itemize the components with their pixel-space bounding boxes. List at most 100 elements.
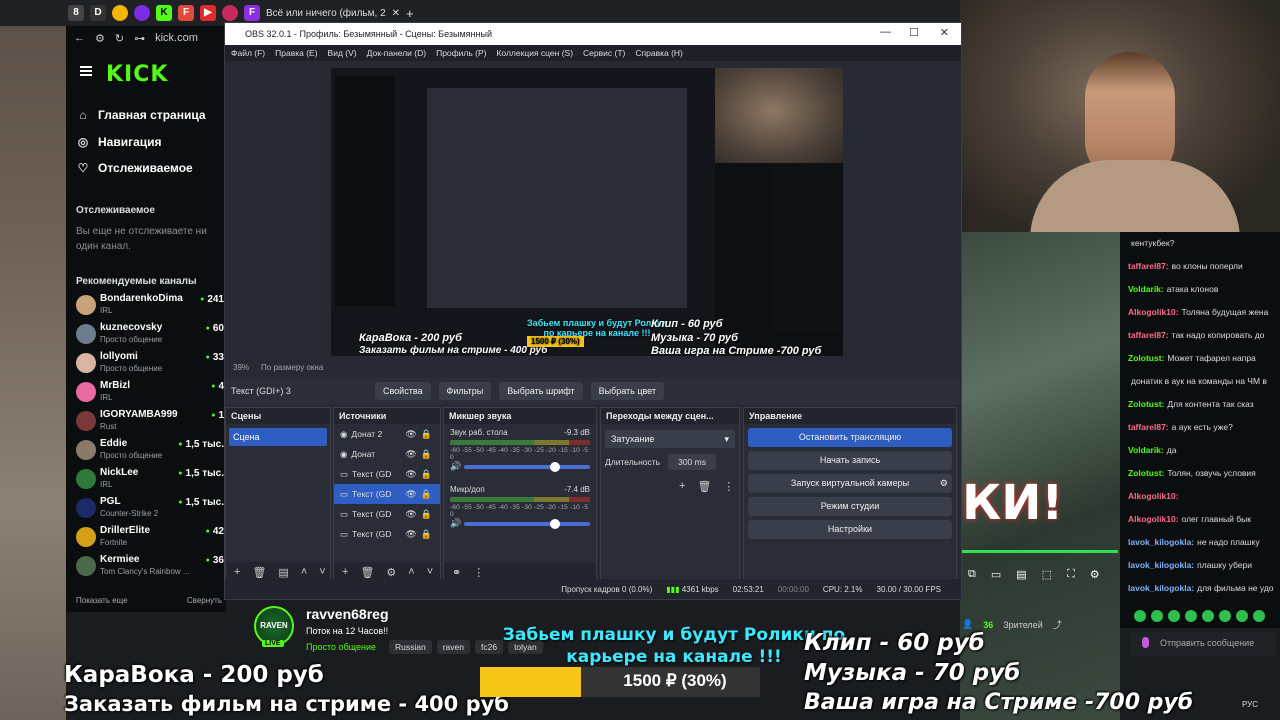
maximize-icon[interactable]: ☐ [909,26,919,39]
tab-icon[interactable] [222,5,238,21]
volume-slider[interactable]: 🔊 [450,461,590,472]
virtual-camera-button[interactable]: Запуск виртуальной камеры ⚙ [748,474,952,493]
obs-menu-item[interactable]: Коллекция сцен (S) [496,48,573,58]
pip-icon[interactable]: ⧉ [968,568,976,581]
obs-preview[interactable]: КараВока - 200 руб Заказать фильм на стр… [331,68,843,356]
chat-username[interactable]: lavok_kilogokla: [1128,537,1194,548]
tab-icon[interactable]: 8 [68,5,84,21]
theater-icon[interactable]: ▭ [991,568,1001,581]
zoom-level[interactable]: 39% [233,363,249,372]
source-item[interactable]: ▭ Текст (GD 👁🔒 [334,524,440,544]
source-item[interactable]: ▭ Текст (GD 👁🔒 [334,504,440,524]
tab-icon[interactable]: D [90,5,106,21]
tag[interactable]: raven [436,640,470,654]
active-tab-title[interactable]: Всё или ничего (фильм, 2 [266,8,386,19]
minimize-icon[interactable]: — [880,26,891,38]
emote-icon[interactable] [1236,610,1248,622]
new-tab-button[interactable]: + [406,6,414,21]
youtube-tab-icon[interactable]: ▶ [200,5,216,21]
emote-icon[interactable] [1185,610,1197,622]
channel-item[interactable]: kuznecovsky Просто общение 60 [74,321,226,349]
chat-username[interactable]: Alkogolik10: [1128,514,1179,525]
obs-menu-item[interactable]: Справка (H) [635,48,683,58]
add-icon[interactable]: + [679,480,685,493]
reload-icon[interactable]: ↻ [115,32,124,45]
trash-icon[interactable]: 🗑 [360,566,374,579]
chat-username[interactable]: taffarel87: [1128,422,1169,433]
emote-icon[interactable] [1134,610,1146,622]
extensions-icon[interactable]: ⚙ [95,32,105,45]
up-icon[interactable]: ˄ [408,566,414,578]
channel-item[interactable]: IGORYAMBA999 Rust 1 [74,408,226,436]
channel-item[interactable]: Eddie Просто общение 1,5 тыс. [74,437,226,465]
channel-item[interactable]: BondarenkoDima IRL 241 [74,292,226,320]
more-icon[interactable]: ⋮ [723,480,734,493]
filters-button[interactable]: Фильтры [438,382,492,400]
select-font-button[interactable]: Выбрать шрифт [499,382,583,400]
emote-icon[interactable] [1202,610,1214,622]
obs-menu-item[interactable]: Док-панели (D) [367,48,426,58]
trash-icon[interactable]: 🗑 [697,480,711,493]
add-icon[interactable]: + [234,566,240,578]
speaker-icon[interactable]: 🔊 [450,518,461,529]
share-icon[interactable]: ⤴ [1053,618,1062,631]
address-bar[interactable]: ← ⚙ ↻ ⊶ kick.com [66,26,226,50]
trash-icon[interactable]: 🗑 [252,566,266,579]
back-icon[interactable]: ← [74,32,85,44]
zoom-mode[interactable]: По размеру окна [261,363,323,372]
volume-slider[interactable]: 🔊 [450,518,590,529]
down-icon[interactable]: ˅ [427,566,433,578]
up-icon[interactable]: ˄ [301,566,307,578]
source-item[interactable]: ◉ Донат 👁🔒 [334,444,440,464]
emote-icon[interactable] [1219,610,1231,622]
close-icon[interactable]: ✕ [940,26,949,39]
obs-menu-item[interactable]: Профиль (P) [436,48,486,58]
gear-icon[interactable]: ⚙ [940,474,948,493]
crop-icon[interactable]: ⬚ [1042,568,1052,581]
tab-icon[interactable]: F [244,5,260,21]
channel-name[interactable]: ravven68reg [306,606,389,622]
visibility-lock-icon[interactable]: 👁🔒 [405,489,436,500]
kick-tab-icon[interactable]: K [156,5,172,21]
visibility-lock-icon[interactable]: 👁🔒 [405,449,436,460]
add-icon[interactable]: + [342,566,348,578]
source-item[interactable]: ◉ Донат 2 👁🔒 [334,424,440,444]
emote-icon[interactable] [1168,610,1180,622]
emote-icon[interactable] [1151,610,1163,622]
stop-streaming-button[interactable]: Остановить трансляцию [748,428,952,447]
chat-username[interactable]: Alkogolik10: [1128,307,1179,318]
start-recording-button[interactable]: Начать запись [748,451,952,470]
chat-username[interactable]: Zolotust: [1128,468,1164,479]
chat-username[interactable]: taffarel87: [1128,330,1169,341]
channel-item[interactable]: PGL Counter-Strike 2 1,5 тыс. [74,495,226,523]
gear-icon[interactable]: ⚙ [386,566,396,579]
channel-item[interactable]: DrillerElite Fortnite 42 [74,524,226,552]
filter-icon[interactable]: ▤ [278,566,288,579]
channel-item[interactable]: Kermiee Tom Clancy's Rainbow ... 36 [74,553,226,581]
visibility-lock-icon[interactable]: 👁🔒 [405,429,436,440]
obs-menu-item[interactable]: Файл (F) [231,48,265,58]
channel-item[interactable]: NickLee IRL 1,5 тыс. [74,466,226,494]
chat-username[interactable]: taffarel87: [1128,261,1169,272]
site-info-icon[interactable]: ⊶ [134,32,145,45]
chat-username[interactable]: lavok_kilogokla: [1128,560,1194,571]
collapse-link[interactable]: Свернуть [187,596,222,605]
language-indicator[interactable]: РУС [1242,700,1258,709]
transition-select[interactable]: Затухание ▾ [605,430,735,448]
more-icon[interactable]: ⋮ [473,566,484,579]
visibility-lock-icon[interactable]: 👁🔒 [405,469,436,480]
channel-item[interactable]: MrBizl IRL 4 [74,379,226,407]
studio-mode-button[interactable]: Режим студии [748,497,952,516]
chat-username[interactable]: Zolotust: [1128,399,1164,410]
stream-category[interactable]: Просто общение [306,642,376,652]
tab-close-icon[interactable]: ✕ [392,8,400,19]
scene-item[interactable]: Сцена [229,428,327,446]
properties-button[interactable]: Свойства [375,382,431,400]
chat-username[interactable]: Voldarik: [1128,284,1164,295]
link-icon[interactable]: ⚭ [452,566,461,579]
tab-icon[interactable]: F [178,5,194,21]
visibility-lock-icon[interactable]: 👁🔒 [405,529,436,540]
nav-browse[interactable]: ◎ Навигация [76,135,162,149]
duration-input[interactable]: 300 ms [668,454,716,470]
visibility-lock-icon[interactable]: 👁🔒 [405,509,436,520]
